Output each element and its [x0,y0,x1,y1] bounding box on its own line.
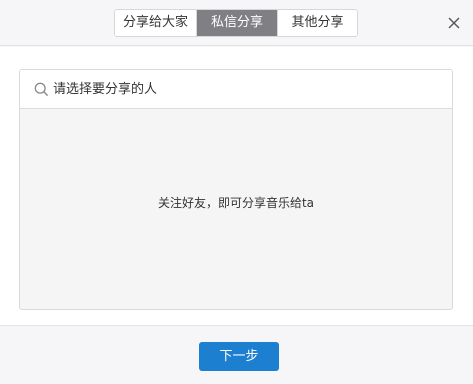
share-dialog: 分享给大家 私信分享 其他分享 关注好友，即可分享音乐给ta 下一步 [0,0,473,384]
dialog-footer: 下一步 [0,325,473,384]
close-icon [448,17,460,29]
search-icon [34,82,49,97]
dialog-content: 关注好友，即可分享音乐给ta [0,47,473,325]
tab-private-share[interactable]: 私信分享 [197,10,277,36]
next-button[interactable]: 下一步 [199,342,279,371]
recipient-search-input[interactable] [53,78,433,100]
recipient-panel: 关注好友，即可分享音乐给ta [19,69,453,310]
tab-share-to-all[interactable]: 分享给大家 [115,10,197,36]
close-button[interactable] [447,15,461,29]
tab-other-share[interactable]: 其他分享 [277,10,357,36]
dialog-header: 分享给大家 私信分享 其他分享 [0,0,473,46]
share-tabs: 分享给大家 私信分享 其他分享 [114,9,358,37]
empty-friends-message: 关注好友，即可分享音乐给ta [157,196,315,210]
search-bar [20,70,452,109]
